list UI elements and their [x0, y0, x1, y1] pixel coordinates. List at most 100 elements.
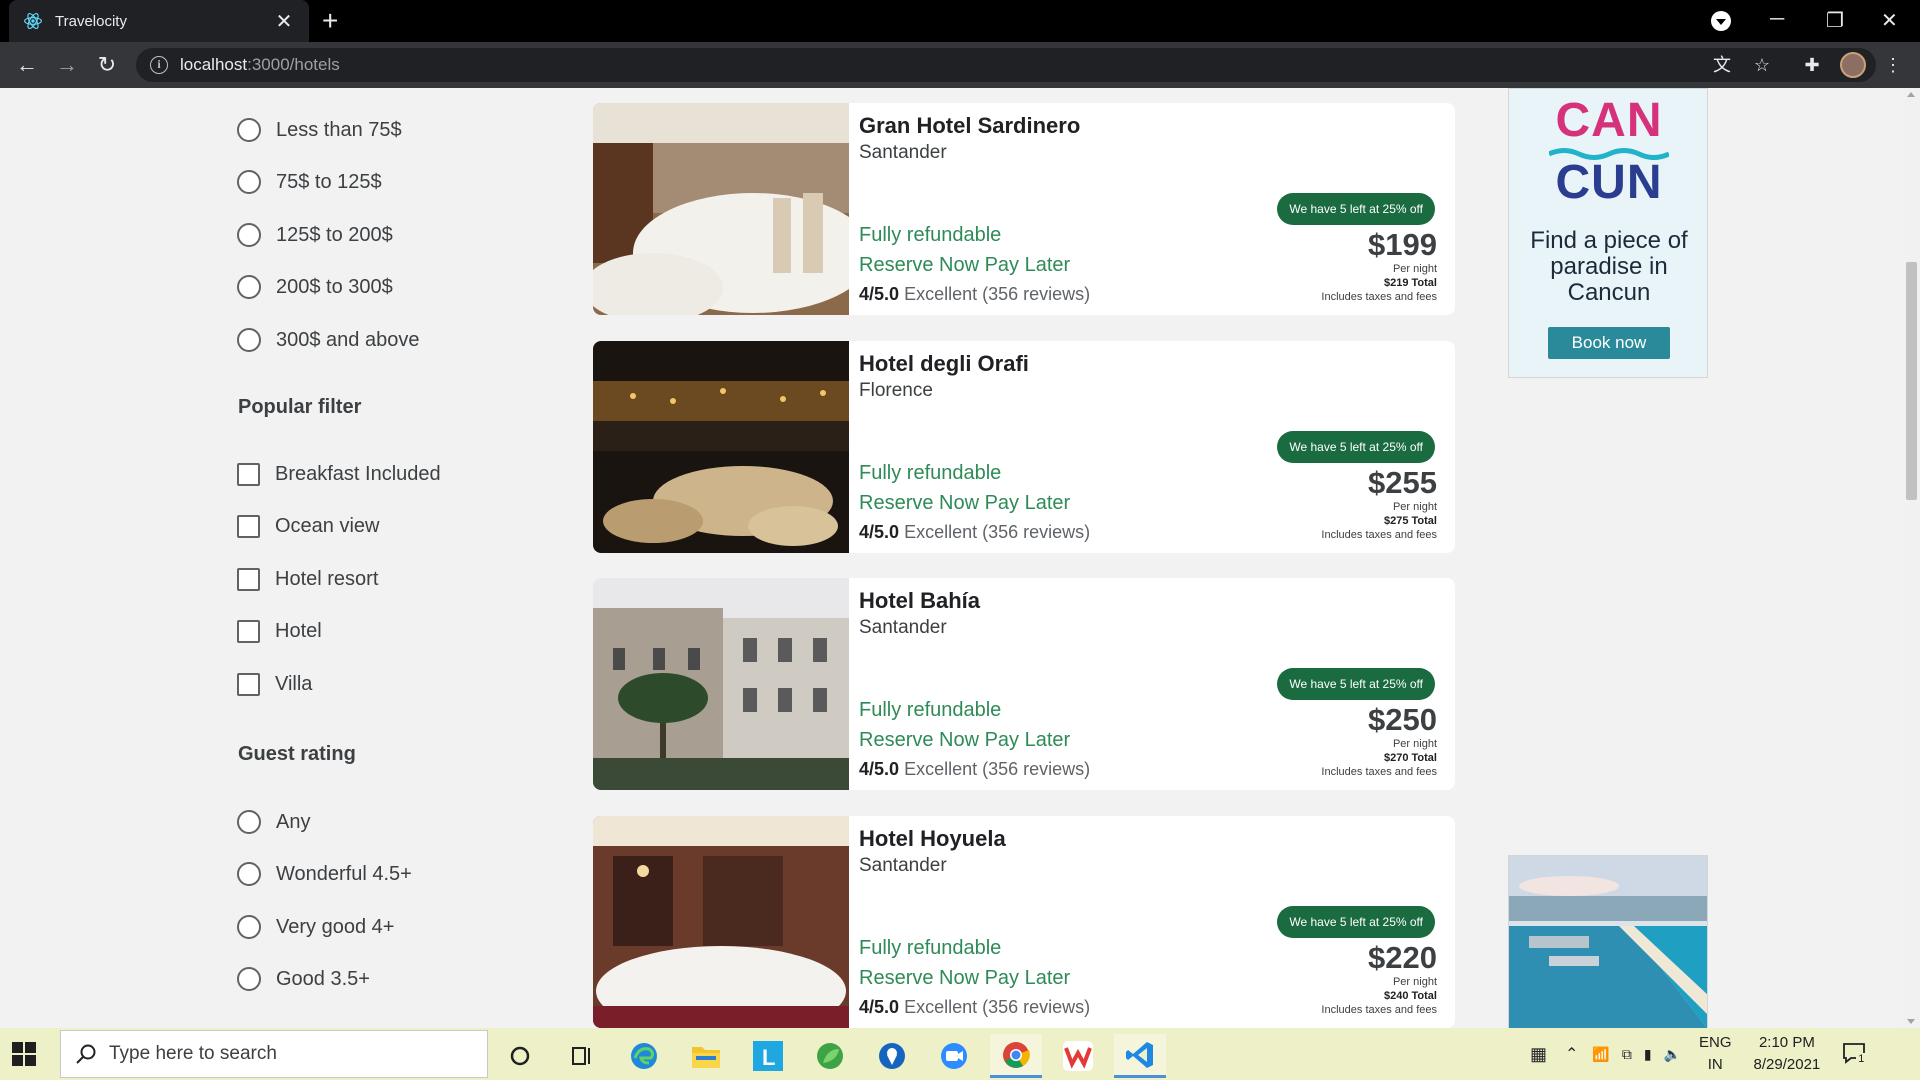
total-price: $219 Total: [1384, 277, 1437, 289]
chrome-icon[interactable]: [990, 1034, 1042, 1078]
hotel-photo-dining-room[interactable]: [593, 816, 849, 1028]
chrome-profile-menu-icon[interactable]: [1711, 11, 1731, 31]
wifi-icon[interactable]: 📶: [1592, 1046, 1609, 1063]
hotel-photo-building-exterior[interactable]: [593, 578, 849, 790]
browser-tab[interactable]: Travelocity ✕: [9, 0, 309, 42]
hotel-name[interactable]: Hotel Hoyuela: [859, 826, 1006, 852]
checkbox[interactable]: [237, 673, 260, 696]
meet-now-icon[interactable]: ⧉: [1622, 1046, 1632, 1063]
chrome-menu-icon[interactable]: ⋮: [1880, 52, 1906, 78]
popular-filter-option[interactable]: Villa: [237, 673, 312, 696]
window-close-icon[interactable]: ✕: [1881, 8, 1898, 33]
site-info-icon[interactable]: i: [150, 56, 168, 74]
forward-arrow-icon[interactable]: →: [52, 50, 82, 80]
file-explorer-icon[interactable]: [680, 1034, 732, 1078]
guest-rating-option[interactable]: Very good 4+: [237, 915, 394, 939]
popular-filter-option[interactable]: Hotel: [237, 620, 322, 643]
radio-button[interactable]: [237, 810, 261, 834]
popular-filter-option[interactable]: Breakfast Included: [237, 463, 441, 486]
vscode-icon[interactable]: [1114, 1034, 1166, 1078]
price-filter-option[interactable]: 125$ to 200$: [237, 223, 393, 247]
hotel-city: Santander: [859, 855, 947, 876]
radio-button[interactable]: [237, 862, 261, 886]
page-scrollbar[interactable]: [1903, 88, 1920, 1028]
volume-icon[interactable]: 🔈: [1664, 1046, 1681, 1063]
radio-button[interactable]: [237, 275, 261, 299]
price-filter-option[interactable]: 200$ to 300$: [237, 275, 393, 299]
profile-avatar[interactable]: [1840, 52, 1866, 78]
radio-button[interactable]: [237, 223, 261, 247]
guest-rating-option[interactable]: Wonderful 4.5+: [237, 862, 412, 886]
popular-filter-option[interactable]: Hotel resort: [237, 568, 378, 591]
url-text: localhost:3000/hotels: [180, 55, 340, 74]
price-filter-option[interactable]: 300$ and above: [237, 328, 419, 352]
beach-photo-ad[interactable]: [1508, 855, 1708, 1028]
hotel-card[interactable]: Hotel Bahía Santander Fully refundable R…: [593, 578, 1455, 790]
scroll-up-arrow-icon[interactable]: [1907, 92, 1915, 97]
zoom-icon[interactable]: [928, 1034, 980, 1078]
hotels-page: Less than 75$ 75$ to 125$ 125$ to 200$ 2…: [0, 88, 1920, 1028]
guest-rating-option[interactable]: Good 3.5+: [237, 967, 370, 991]
tab-close-icon[interactable]: ✕: [273, 9, 295, 34]
checkbox[interactable]: [237, 463, 260, 486]
hotel-photo-night-balcony[interactable]: [593, 341, 849, 553]
address-bar[interactable]: i localhost:3000/hotels: [136, 48, 1876, 82]
hotel-card[interactable]: Gran Hotel Sardinero Santander Fully ref…: [593, 103, 1455, 315]
edge-icon[interactable]: [618, 1034, 670, 1078]
taskbar-search-box[interactable]: Type here to search: [60, 1030, 488, 1078]
checkbox[interactable]: [237, 620, 260, 643]
popular-filter-option[interactable]: Ocean view: [237, 515, 380, 538]
minimize-icon[interactable]: ─: [1770, 8, 1784, 31]
scroll-thumb[interactable]: [1906, 262, 1917, 500]
cortana-icon[interactable]: [494, 1034, 546, 1078]
hotel-photo-banquet-hall[interactable]: [593, 103, 849, 315]
app-leaf-icon[interactable]: [804, 1034, 856, 1078]
back-arrow-icon[interactable]: ←: [12, 50, 42, 80]
windows-start-icon[interactable]: [12, 1042, 36, 1066]
hotel-name[interactable]: Gran Hotel Sardinero: [859, 113, 1080, 139]
ad-tagline: Find a piece of paradise in Cancun: [1530, 227, 1688, 306]
scroll-down-arrow-icon[interactable]: [1907, 1019, 1915, 1024]
checkbox[interactable]: [237, 515, 260, 538]
tab-title: Travelocity: [55, 12, 127, 30]
total-price: $240 Total: [1384, 990, 1437, 1002]
beach-aerial-photo: [1509, 856, 1707, 1028]
keyboard-layout-icon[interactable]: ▦: [1530, 1044, 1547, 1065]
bookmark-star-icon[interactable]: ☆: [1749, 52, 1775, 78]
clock[interactable]: 2:10 PM 8/29/2021: [1754, 1032, 1821, 1076]
hotel-card[interactable]: Hotel Hoyuela Santander Fully refundable…: [593, 816, 1455, 1028]
task-view-icon[interactable]: [556, 1034, 608, 1078]
new-tab-plus-icon[interactable]: +: [322, 6, 338, 36]
app-l-icon[interactable]: L: [742, 1034, 794, 1078]
maps-pin-icon[interactable]: [866, 1034, 918, 1078]
hotel-city: Santander: [859, 142, 947, 163]
hotel-name[interactable]: Hotel degli Orafi: [859, 351, 1029, 377]
show-hidden-icons-chevron-icon[interactable]: ⌃: [1565, 1044, 1578, 1064]
wps-office-icon[interactable]: [1052, 1034, 1104, 1078]
per-night-label: Per night: [1392, 501, 1437, 513]
notification-count: 1: [1856, 1053, 1867, 1065]
ad-logo-line1: CAN: [1555, 94, 1663, 147]
radio-button[interactable]: [237, 170, 261, 194]
book-now-button[interactable]: Book now: [1548, 327, 1670, 359]
reserve-later: Reserve Now Pay Later: [859, 967, 1071, 989]
extensions-puzzle-icon[interactable]: ✚: [1799, 52, 1825, 78]
hotel-card[interactable]: Hotel degli Orafi Florence Fully refunda…: [593, 341, 1455, 553]
restore-icon[interactable]: ❐: [1826, 8, 1844, 33]
battery-icon[interactable]: ▮: [1644, 1046, 1652, 1063]
price-filter-option[interactable]: Less than 75$: [237, 118, 402, 142]
language-indicator[interactable]: ENG IN: [1699, 1032, 1732, 1076]
guest-rating-option[interactable]: Any: [237, 810, 310, 834]
radio-button[interactable]: [237, 118, 261, 142]
react-atom-icon: [24, 13, 42, 29]
cancun-ad-banner[interactable]: CAN CUN Find a piece of paradise in Canc…: [1508, 88, 1708, 378]
translate-icon[interactable]: 文: [1709, 52, 1735, 78]
radio-button[interactable]: [237, 328, 261, 352]
notification-center-icon[interactable]: 1: [1842, 1041, 1868, 1067]
price-filter-option[interactable]: 75$ to 125$: [237, 170, 382, 194]
reload-icon[interactable]: ↻: [92, 50, 122, 80]
hotel-name[interactable]: Hotel Bahía: [859, 588, 980, 614]
radio-button[interactable]: [237, 967, 261, 991]
checkbox[interactable]: [237, 568, 260, 591]
radio-button[interactable]: [237, 915, 261, 939]
